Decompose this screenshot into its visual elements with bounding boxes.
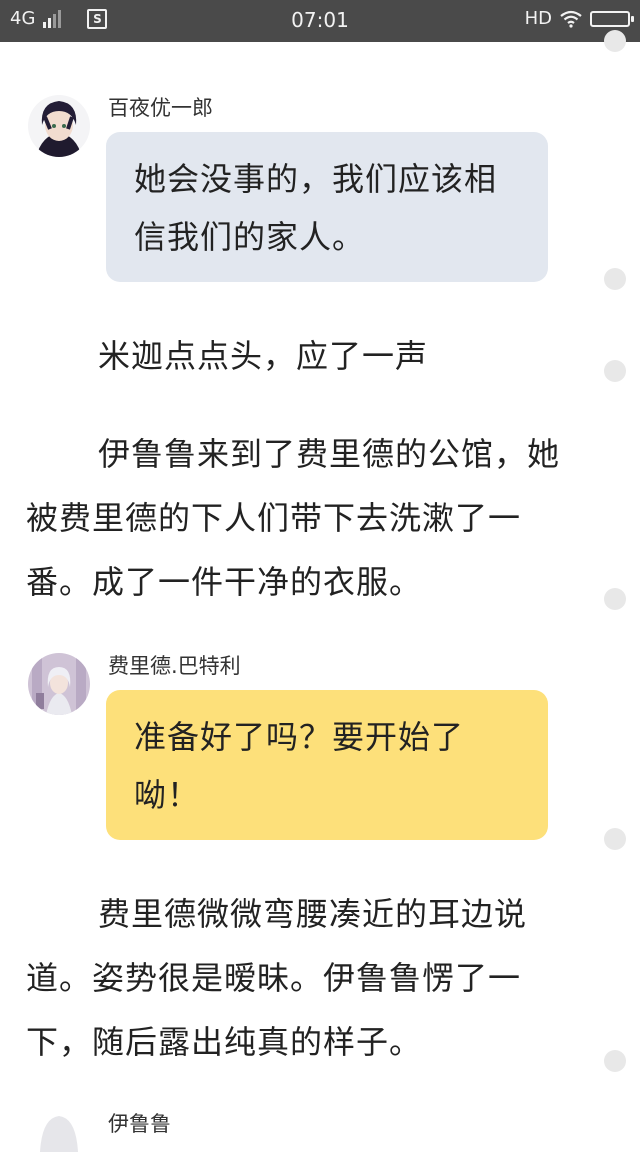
avatar[interactable]	[28, 1112, 90, 1174]
hd-indicator: HD	[524, 8, 552, 29]
page-dot[interactable]	[604, 828, 626, 850]
wifi-icon	[560, 10, 582, 28]
page-dot[interactable]	[604, 268, 626, 290]
status-bar: 4G S 07:01 HD	[0, 0, 640, 42]
avatar[interactable]	[28, 653, 90, 715]
sender-name: 费里德.巴特利	[108, 654, 241, 678]
page-dot[interactable]	[604, 588, 626, 610]
story-paragraph: 伊鲁鲁来到了费里德的公馆，她被费里德的下人们带下去洗漱了一番。成了一件干净的衣服…	[26, 435, 561, 601]
character-avatar-icon	[28, 1112, 90, 1174]
story-paragraph: 米迦点点头，应了一声	[98, 337, 429, 375]
character-avatar-icon	[28, 653, 90, 715]
sender-name: 伊鲁鲁	[108, 1112, 171, 1136]
battery-icon	[590, 10, 634, 27]
page-dot[interactable]	[604, 1050, 626, 1072]
story-paragraph: 费里德微微弯腰凑近的耳边说道。姿势很是暧昧。伊鲁鲁愣了一下，随后露出纯真的样子。	[26, 895, 528, 1061]
avatar[interactable]	[28, 95, 90, 157]
page-dot[interactable]	[604, 30, 626, 52]
sender-name: 百夜优一郎	[108, 96, 213, 120]
message-bubble[interactable]: 她会没事的，我们应该相信我们的家人。	[106, 132, 548, 282]
page-dot[interactable]	[604, 360, 626, 382]
character-avatar-icon	[28, 95, 90, 157]
message-bubble[interactable]: 准备好了吗？要开始了呦！	[106, 690, 548, 840]
status-right: HD	[524, 8, 634, 29]
